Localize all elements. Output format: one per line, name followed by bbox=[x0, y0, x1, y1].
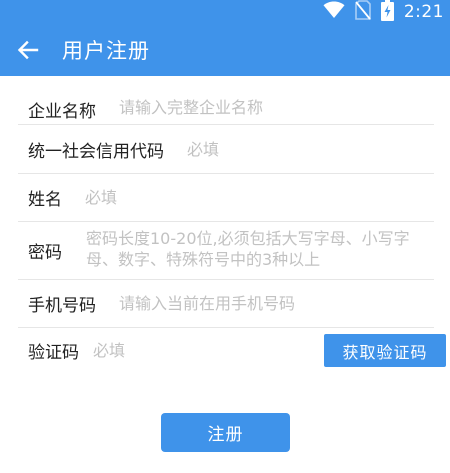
page-title: 用户注册 bbox=[62, 39, 150, 63]
wifi-icon bbox=[323, 1, 345, 23]
register-button[interactable]: 注册 bbox=[161, 413, 290, 452]
toolbar: 用户注册 bbox=[0, 24, 450, 76]
credit-code-label: 统一社会信用代码 bbox=[28, 141, 164, 162]
company-name-label: 企业名称 bbox=[28, 102, 96, 122]
password-row: 密码 bbox=[18, 222, 434, 280]
credit-code-input[interactable] bbox=[187, 134, 434, 164]
status-icons: 2:21 bbox=[323, 0, 444, 25]
name-label: 姓名 bbox=[28, 190, 62, 210]
status-time: 2:21 bbox=[403, 2, 444, 22]
password-label: 密码 bbox=[28, 243, 62, 263]
no-sim-icon bbox=[355, 0, 371, 24]
phone-label: 手机号码 bbox=[28, 296, 96, 316]
arrow-left-icon bbox=[17, 40, 39, 60]
back-button[interactable] bbox=[8, 30, 48, 70]
registration-form: 企业名称 统一社会信用代码 姓名 密码 手机号码 验证码 获取验证码 bbox=[0, 76, 450, 373]
verify-code-row: 验证码 获取验证码 bbox=[18, 328, 446, 373]
name-input[interactable] bbox=[85, 182, 434, 213]
app-header: 2:21 用户注册 bbox=[0, 0, 450, 76]
password-input[interactable] bbox=[86, 227, 434, 274]
company-name-row: 企业名称 bbox=[18, 76, 434, 125]
name-row: 姓名 bbox=[18, 174, 434, 222]
company-name-input[interactable] bbox=[119, 92, 434, 122]
phone-input[interactable] bbox=[119, 288, 434, 319]
battery-charging-icon bbox=[380, 0, 394, 25]
get-verify-code-button[interactable]: 获取验证码 bbox=[324, 334, 446, 367]
registration-screen: 2:21 用户注册 企业名称 统一社会信用代码 姓名 密码 bbox=[0, 0, 450, 473]
verify-code-label: 验证码 bbox=[28, 343, 79, 363]
credit-code-row: 统一社会信用代码 bbox=[18, 125, 434, 174]
status-bar: 2:21 bbox=[0, 0, 450, 24]
phone-row: 手机号码 bbox=[18, 280, 434, 328]
